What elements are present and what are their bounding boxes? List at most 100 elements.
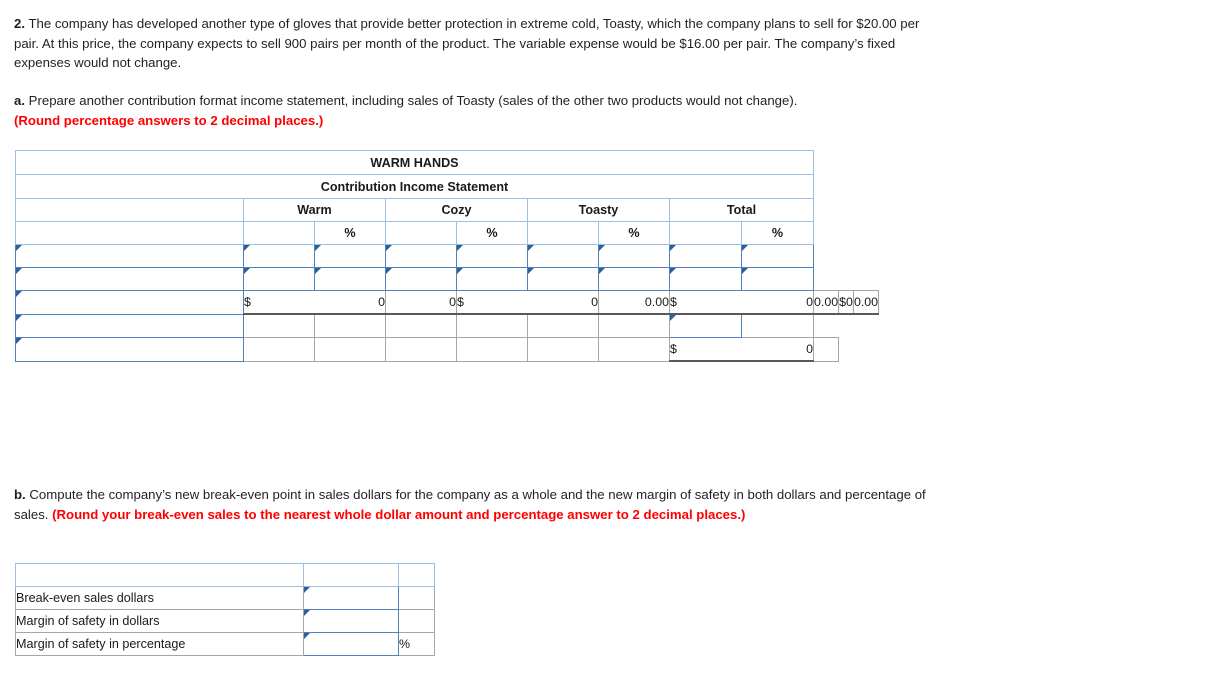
margin-of-safety-percentage-input[interactable]: [303, 632, 399, 656]
part-a-text: a. Prepare another contribution format i…: [14, 91, 979, 130]
part-b-label: b.: [14, 487, 26, 502]
margin-of-safety-percentage-label: Margin of safety in percentage: [15, 632, 304, 656]
breakeven-sales-dollars-label: Break-even sales dollars: [15, 586, 304, 610]
cozy-amount-header: [385, 221, 457, 245]
header-warm: Warm: [243, 198, 386, 222]
statement-subtitle: Contribution Income Statement: [15, 174, 814, 199]
toasty-percent-header: %: [598, 221, 670, 245]
table-row: Break-even sales dollars: [15, 586, 435, 610]
cozy-amount-blank-5: [385, 337, 457, 362]
total-amount-currency: $: [838, 290, 847, 315]
total-percent-input-1[interactable]: [741, 244, 814, 268]
question-2-text: 2. The company has developed another typ…: [14, 14, 944, 73]
total-percent-blank-5: [812, 337, 840, 362]
part-b-instruction: (Round your break-even sales to the near…: [52, 506, 746, 522]
breakeven-header-unit: [398, 563, 435, 587]
company-title: WARM HANDS: [15, 150, 814, 175]
table-row: $ 0: [15, 337, 879, 362]
table-row: Margin of safety in percentage %: [15, 632, 435, 656]
breakeven-header-row: [15, 563, 435, 587]
row-label-input-5[interactable]: [15, 337, 244, 362]
cozy-percent-value: 0.00: [598, 290, 670, 315]
warm-percent-value: 0: [385, 290, 457, 315]
total-percent-blank-4: [741, 313, 814, 338]
total-amount-header: [669, 221, 742, 245]
warm-percent-header: %: [314, 221, 386, 245]
total-amount-value: 0: [846, 290, 854, 315]
toasty-amount-header: [527, 221, 599, 245]
toasty-percent-input-1[interactable]: [598, 244, 670, 268]
cozy-percent-header: %: [456, 221, 528, 245]
toasty-percent-blank-5: [598, 337, 670, 362]
cozy-percent-input-1[interactable]: [456, 244, 528, 268]
table-row: [15, 244, 879, 268]
total-percent-value: 0.00: [852, 290, 880, 315]
header-toasty: Toasty: [527, 198, 670, 222]
toasty-amount-value: 0: [741, 290, 814, 315]
percent-header-row: % % % %: [15, 221, 879, 245]
table-row: [15, 313, 879, 338]
warm-percent-blank-4: [314, 313, 386, 338]
toasty-amount-currency: $: [669, 290, 742, 315]
toasty-amount-blank-4: [527, 313, 599, 338]
product-header-row: Warm Cozy Toasty Total: [15, 198, 879, 222]
toasty-percent-blank-4: [598, 313, 670, 338]
part-a-label: a.: [14, 93, 25, 108]
toasty-percent-input-2[interactable]: [598, 267, 670, 291]
header-cozy: Cozy: [385, 198, 528, 222]
total-amount-input-2[interactable]: [669, 267, 742, 291]
row-label-input-1[interactable]: [15, 244, 244, 268]
cozy-percent-blank-5: [456, 337, 528, 362]
warm-amount-header: [243, 221, 315, 245]
row-label-input-2[interactable]: [15, 267, 244, 291]
toasty-percent-value: 0.00: [812, 290, 840, 315]
percent-header-spacer: [15, 221, 244, 245]
warm-amount-input-2[interactable]: [243, 267, 315, 291]
table-row: [15, 267, 879, 291]
warm-amount-currency: $: [243, 290, 315, 315]
warm-amount-blank-4: [243, 313, 315, 338]
breakeven-header-value: [303, 563, 399, 587]
table-title-row: WARM HANDS: [15, 150, 879, 175]
breakeven-sales-dollars-input[interactable]: [303, 586, 399, 610]
warm-amount-value: 0: [314, 290, 386, 315]
part-b-text: b. Compute the company’s new break-even …: [14, 485, 939, 524]
cozy-amount-input-2[interactable]: [385, 267, 457, 291]
row-label-input-4[interactable]: [15, 313, 244, 338]
margin-of-safety-dollars-unit: [398, 609, 435, 633]
warm-percent-blank-5: [314, 337, 386, 362]
margin-of-safety-dollars-label: Margin of safety in dollars: [15, 609, 304, 633]
total-amount-input-1[interactable]: [669, 244, 742, 268]
toasty-amount-input-1[interactable]: [527, 244, 599, 268]
cozy-amount-input-1[interactable]: [385, 244, 457, 268]
toasty-amount-input-2[interactable]: [527, 267, 599, 291]
table-subtitle-row: Contribution Income Statement: [15, 174, 879, 199]
cozy-percent-input-2[interactable]: [456, 267, 528, 291]
net-operating-income-value: 0: [741, 337, 814, 362]
net-operating-income-currency: $: [669, 337, 742, 362]
worksheet-page: 2. The company has developed another typ…: [0, 0, 1221, 686]
cozy-amount-currency: $: [456, 290, 528, 315]
total-percent-header: %: [741, 221, 814, 245]
margin-of-safety-percentage-unit: %: [398, 632, 435, 656]
total-percent-input-2[interactable]: [741, 267, 814, 291]
part-a-body: Prepare another contribution format inco…: [28, 93, 798, 108]
warm-amount-input-1[interactable]: [243, 244, 315, 268]
question-body: The company has developed another type o…: [14, 16, 920, 70]
warm-percent-input-1[interactable]: [314, 244, 386, 268]
cozy-amount-blank-4: [385, 313, 457, 338]
breakeven-header-label: [15, 563, 304, 587]
warm-percent-input-2[interactable]: [314, 267, 386, 291]
total-amount-input-4[interactable]: [669, 313, 742, 338]
question-number: 2.: [14, 16, 25, 31]
breakeven-sales-dollars-unit: [398, 586, 435, 610]
toasty-amount-blank-5: [527, 337, 599, 362]
header-spacer: [15, 198, 244, 222]
warm-amount-blank-5: [243, 337, 315, 362]
cozy-amount-value: 0: [527, 290, 599, 315]
row-label-input-3[interactable]: [15, 290, 244, 315]
breakeven-answer-table: Break-even sales dollars Margin of safet…: [15, 563, 435, 656]
margin-of-safety-dollars-input[interactable]: [303, 609, 399, 633]
cozy-percent-blank-4: [456, 313, 528, 338]
contribution-income-statement-table: WARM HANDS Contribution Income Statement…: [15, 150, 880, 362]
